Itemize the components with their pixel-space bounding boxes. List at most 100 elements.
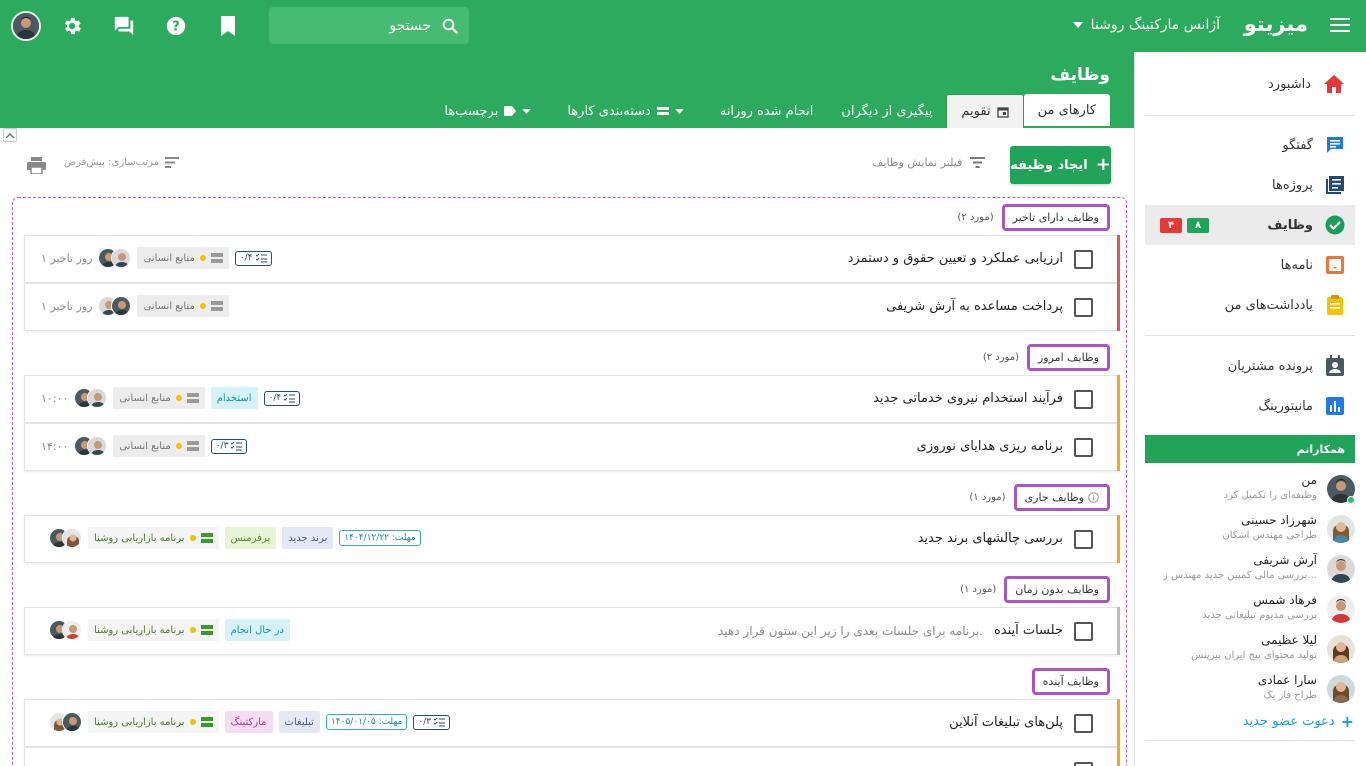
task-row[interactable]: برنامه ریزی هدایای نوروزی ۱۴:۰۰ منابع ان…: [24, 423, 1120, 471]
group-title[interactable]: وظایف جاری: [1013, 484, 1110, 511]
sidebar-item-chat[interactable]: گفتگو: [1145, 125, 1355, 165]
sidebar-item-monitoring[interactable]: مانیتورینگ: [1145, 386, 1355, 426]
colleague-item[interactable]: سارا عمادی طراح فاز یک: [1145, 670, 1355, 710]
user-avatar[interactable]: [11, 11, 41, 41]
group-title[interactable]: وظایف آینده: [1031, 668, 1110, 695]
create-task-button[interactable]: ایجاد وظیفه +: [1010, 146, 1111, 184]
task-row[interactable]: ارزیابی عملکرد و تعیین حقوق و دستمزد ۱ ر…: [24, 235, 1120, 283]
org-selector[interactable]: آژانس مارکتینگ روشنا: [1072, 17, 1220, 33]
search-placeholder: جستجو: [389, 17, 431, 34]
task-title[interactable]: بررسی چالشهای برند جدید: [918, 531, 1063, 546]
assignees[interactable]: [98, 296, 132, 316]
task-checkbox[interactable]: [1074, 622, 1093, 641]
sidebar-item-letters[interactable]: نامه‌ها: [1145, 245, 1355, 285]
group-header-today: وظایف امروز (۲ مورد): [983, 344, 1110, 371]
filter-button[interactable]: فیلتر نمایش وظایف: [872, 156, 986, 169]
task-tag[interactable]: استخدام: [210, 387, 258, 409]
task-row[interactable]: بررسی چالشهای برند جدید برنامه بازاریابی…: [24, 515, 1120, 563]
task-tag[interactable]: در حال انجام: [224, 619, 290, 641]
avatar: [1327, 675, 1355, 703]
colleague-item[interactable]: لیلا عظیمی تولید محتوای پیج ایران بیزینس: [1145, 630, 1355, 670]
search-input[interactable]: جستجو: [269, 7, 469, 44]
tab-labels[interactable]: برچسب‌ها: [430, 94, 553, 128]
home-icon: [1323, 74, 1345, 94]
colleague-item[interactable]: شهرزاد حسینی طراحی مهندس اشکان: [1145, 510, 1355, 550]
tasks-green-badge: ۸: [1187, 218, 1209, 233]
colleague-item[interactable]: فرهاد شمس بررسی مدیوم تبلیغاتی جدید: [1145, 590, 1355, 630]
sidebar: داشبورد گفتگو پروژه‌ها وظایف ۸ ۴ نامه‌ها…: [1134, 52, 1366, 766]
task-row[interactable]: فرآیند استخدام نیروی خدماتی جدید ۱۰:۰۰ م…: [24, 375, 1120, 423]
project-chip[interactable]: منابع انسانی: [137, 295, 229, 317]
bookmark-icon[interactable]: [213, 11, 243, 41]
chat-icon[interactable]: [109, 11, 139, 41]
tab-daily-done[interactable]: انجام شده روزانه: [706, 94, 827, 128]
task-title[interactable]: برنامه ریزی هدایای نوروزی: [917, 439, 1063, 454]
colleague-status: طراح فاز یک: [1263, 690, 1317, 701]
assignees[interactable]: [49, 528, 82, 548]
group-title[interactable]: وظایف بدون زمان: [1004, 576, 1110, 603]
group-title[interactable]: وظایف دارای تاخیر: [1001, 204, 1110, 231]
task-title[interactable]: ارزیابی عملکرد و تعیین حقوق و دستمزد: [848, 251, 1063, 266]
project-chip[interactable]: منابع انسانی: [113, 435, 205, 457]
due-date: مهلت: ۱۴۰۵/۰۱/۰۵: [325, 714, 408, 730]
avatar: [87, 436, 108, 456]
task-tag[interactable]: مارکتینگ: [224, 711, 273, 733]
task-title[interactable]: جلسات آینده: [994, 623, 1063, 638]
task-title[interactable]: پرداخت مساعده به آرش شریفی: [886, 299, 1063, 314]
assignees[interactable]: [98, 248, 132, 268]
colleague-status: بررسی مدیوم تبلیغاتی جدید: [1202, 610, 1317, 621]
project-chip[interactable]: برنامه بازاریابی روشنا: [88, 619, 219, 641]
assignees[interactable]: [49, 712, 82, 732]
task-checkbox[interactable]: [1074, 762, 1093, 766]
task-tag[interactable]: برند جدید: [282, 527, 334, 549]
task-tag[interactable]: تبلیغات: [278, 711, 320, 733]
sidebar-item-label: یادداشت‌های من: [1224, 297, 1313, 313]
task-row[interactable]: پلن‌های تبلیغات آنلاین برنامه بازاریابی …: [24, 699, 1120, 747]
invite-member-link[interactable]: دعوت عضو جدید +: [1243, 712, 1354, 731]
task-time: ۱۴:۰۰: [41, 439, 69, 453]
tab-my-tasks[interactable]: کارهای من: [1023, 94, 1110, 128]
task-checkbox[interactable]: [1074, 714, 1093, 733]
assignees[interactable]: [74, 436, 108, 456]
project-chip[interactable]: منابع انسانی: [113, 387, 205, 409]
task-checkbox[interactable]: [1074, 438, 1093, 457]
project-chip[interactable]: برنامه بازاریابی روشنا: [88, 711, 219, 733]
task-row[interactable]: جلسات آینده برنامه برای جلسات بعدی را زی…: [24, 607, 1120, 655]
sidebar-item-customers[interactable]: پرونده مشتریان: [1145, 346, 1355, 386]
colleague-item[interactable]: آرش شریفی بررسی مالی کمپین جدید مهندس ز.…: [1145, 550, 1355, 590]
tab-calendar[interactable]: تقویم: [946, 94, 1024, 128]
gear-icon[interactable]: [57, 11, 87, 41]
print-icon[interactable]: [27, 157, 46, 174]
task-checkbox[interactable]: [1074, 250, 1093, 269]
help-icon[interactable]: ?: [161, 11, 191, 41]
task-title[interactable]: پلن‌های تبلیغات آنلاین: [949, 715, 1063, 730]
task-title[interactable]: فرآیند استخدام نیروی خدماتی جدید: [873, 391, 1063, 406]
assignees[interactable]: [49, 620, 82, 640]
collapse-toggle[interactable]: [3, 128, 17, 142]
task-meta: ۱ روز تاخیر منابع انسانی ۰/۴: [41, 247, 272, 269]
task-row[interactable]: پرداخت مساعده به آرش شریفی ۱ روز تاخیر م…: [24, 283, 1120, 331]
group-title[interactable]: وظایف امروز: [1026, 344, 1110, 371]
server-icon: [210, 253, 223, 263]
task-checkbox[interactable]: [1074, 390, 1093, 409]
project-chip[interactable]: منابع انسانی: [137, 247, 229, 269]
project-chip[interactable]: برنامه بازاریابی روشنا: [88, 527, 219, 549]
assignees[interactable]: [74, 388, 108, 408]
tab-follow-up[interactable]: پیگیری از دیگران: [827, 94, 946, 128]
task-checkbox[interactable]: [1074, 530, 1093, 549]
sidebar-item-projects[interactable]: پروژه‌ها: [1145, 165, 1355, 205]
task-row[interactable]: [24, 747, 1120, 766]
tab-categories[interactable]: دسته‌بندی کارها: [553, 94, 706, 128]
bar-chart-icon: [1325, 396, 1345, 416]
group-title-text: وظایف آینده: [1042, 675, 1099, 688]
colleague-item[interactable]: من وظیفه‌ای را تکمیل کرد: [1145, 470, 1355, 510]
group-title-text: وظایف دارای تاخیر: [1012, 211, 1099, 224]
contact-book-icon: [1325, 355, 1345, 377]
menu-icon[interactable]: [1330, 16, 1350, 34]
task-checkbox[interactable]: [1074, 298, 1093, 317]
sidebar-item-dashboard[interactable]: داشبورد: [1145, 64, 1355, 104]
info-icon[interactable]: [1088, 492, 1099, 503]
task-tag[interactable]: پرفرمنس: [224, 527, 277, 549]
sort-button[interactable]: مرتب‌سازی: پیش‌فرض: [64, 157, 180, 168]
sidebar-item-notes[interactable]: یادداشت‌های من: [1145, 285, 1355, 325]
